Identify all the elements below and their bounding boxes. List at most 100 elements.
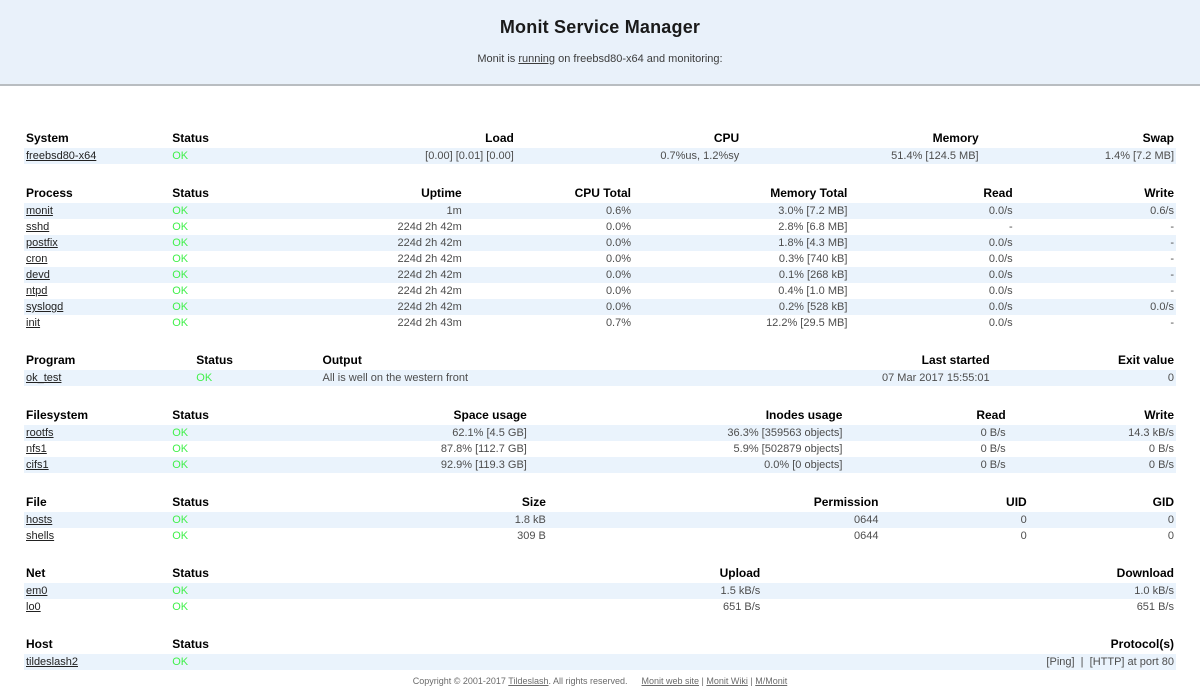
table-row: shellsOK309 B064400 [24,528,1176,544]
table-row: postfixOK224d 2h 42m0.0%1.8% [4.3 MB]0.0… [24,235,1176,251]
cell-value: 0 B/s [844,441,1007,457]
cell-value: 0.0% [464,267,633,283]
service-name-cell: cron [24,251,170,267]
cell-value: 0 [992,370,1176,386]
column-header-cpu-total: CPU Total [464,183,633,203]
service-link-rootfs[interactable]: rootfs [26,427,54,439]
service-name-cell: syslogd [24,299,170,315]
cell-value: 0.6% [464,203,633,219]
status-badge: OK [170,512,320,528]
cell-value: 0.0% [464,235,633,251]
cell-value: 0.3% [740 kB] [633,251,849,267]
column-header-read: Read [844,405,1007,425]
cell-value: 0644 [548,512,881,528]
service-name-cell: rootfs [24,425,170,441]
column-header-status: Status [170,405,320,425]
service-link-monit[interactable]: monit [26,205,53,217]
cell-value: - [1015,267,1176,283]
cell-value: 14.3 kB/s [1008,425,1176,441]
cell-value: 0 B/s [1008,441,1176,457]
service-link-postfix[interactable]: postfix [26,237,58,249]
tildeslash-link[interactable]: Tildeslash [508,676,548,686]
service-name-cell: ok_test [24,370,194,386]
cell-value: 0.0% [464,251,633,267]
cell-value: 0644 [548,528,881,544]
service-link-init[interactable]: init [26,317,40,329]
cell-value: 0.0/s [849,283,1014,299]
cell-value: 1.0 kB/s [762,583,1176,599]
service-link-ntpd[interactable]: ntpd [26,285,47,297]
cell-value: 1.8% [4.3 MB] [633,235,849,251]
service-link-tildeslash2[interactable]: tildeslash2 [26,656,78,668]
status-badge: OK [170,528,320,544]
cell-value: All is well on the western front [321,370,802,386]
cell-value: - [1015,315,1176,331]
cell-value: 0.0/s [849,315,1014,331]
cell-value: 0.0% [464,219,633,235]
service-link-ok_test[interactable]: ok_test [26,372,61,384]
host-table: HostStatusProtocol(s) tildeslash2 OK[Ping]… [24,634,1176,670]
table-row: rootfsOK62.1% [4.5 GB]36.3% [359563 obje… [24,425,1176,441]
table-row: syslogdOK224d 2h 42m0.0%0.2% [528 kB]0.0… [24,299,1176,315]
cell-value: 0.0% [464,299,633,315]
page-title: Monit Service Manager [0,17,1200,38]
cell-value: 0.0/s [849,251,1014,267]
column-header-system: System [24,128,170,148]
status-badge: OK [170,148,320,164]
status-badge: OK [170,315,320,331]
service-link-lo0[interactable]: lo0 [26,601,41,613]
cell-value: 0.7%us, 1.2%sy [516,148,741,164]
cell-value: 12.2% [29.5 MB] [633,315,849,331]
cell-value: 0 [880,512,1028,528]
page-footer: Copyright © 2001-2017 Tildeslash. All ri… [0,676,1200,692]
mmonit-link[interactable]: M/Monit [755,676,787,686]
service-link-syslogd[interactable]: syslogd [26,301,63,313]
column-header-download: Download [762,563,1176,583]
cell-value: 2.8% [6.8 MB] [633,219,849,235]
service-link-devd[interactable]: devd [26,269,50,281]
status-badge: OK [170,457,320,473]
cell-value: 224d 2h 42m [321,267,464,283]
service-link-em0[interactable]: em0 [26,585,47,597]
header-row: HostStatusProtocol(s) [24,634,1176,654]
column-header-status: Status [170,563,320,583]
cell-value: 224d 2h 42m [321,251,464,267]
service-link-shells[interactable]: shells [26,530,54,542]
cell-value: 0.4% [1.0 MB] [633,283,849,299]
service-link-hosts[interactable]: hosts [26,514,52,526]
service-name-cell: postfix [24,235,170,251]
cell-value: 0.2% [528 kB] [633,299,849,315]
column-header-cpu: CPU [516,128,741,148]
column-header-status: Status [170,634,320,654]
cell-value: 224d 2h 42m [321,219,464,235]
cell-value: 0.0/s [849,235,1014,251]
status-badge: OK [170,441,320,457]
service-link-sshd[interactable]: sshd [26,221,49,233]
monit-web-site-link[interactable]: Monit web site [642,676,700,686]
column-header-output: Output [321,350,802,370]
table-row: initOK224d 2h 43m0.7%12.2% [29.5 MB]0.0/… [24,315,1176,331]
column-header-upload: Upload [321,563,763,583]
column-header-write: Write [1008,405,1176,425]
cell-value: 0 B/s [1008,457,1176,473]
header-row: ProgramStatusOutputLast startedExit valu… [24,350,1176,370]
cell-value: [Ping] | [HTTP] at port 80 [321,654,1177,670]
running-status-link[interactable]: running [518,53,555,65]
service-name-cell: hosts [24,512,170,528]
header-row: SystemStatusLoadCPUMemorySwap [24,128,1176,148]
cell-value: 651 B/s [762,599,1176,615]
monit-wiki-link[interactable]: Monit Wiki [706,676,748,686]
service-link-nfs1[interactable]: nfs1 [26,443,47,455]
service-link-cifs1[interactable]: cifs1 [26,459,49,471]
column-header-last-started: Last started [801,350,991,370]
copyright-text: Copyright © 2001-2017 [413,676,509,686]
service-link-freebsd80-x64[interactable]: freebsd80-x64 [26,150,96,162]
cell-value: 51.4% [124.5 MB] [741,148,980,164]
cell-value: - [1015,219,1176,235]
service-name-cell: lo0 [24,599,170,615]
service-link-cron[interactable]: cron [26,253,47,265]
column-header-program: Program [24,350,194,370]
header-row: NetStatusUploadDownload [24,563,1176,583]
status-badge: OK [170,654,320,670]
cell-value: 3.0% [7.2 MB] [633,203,849,219]
